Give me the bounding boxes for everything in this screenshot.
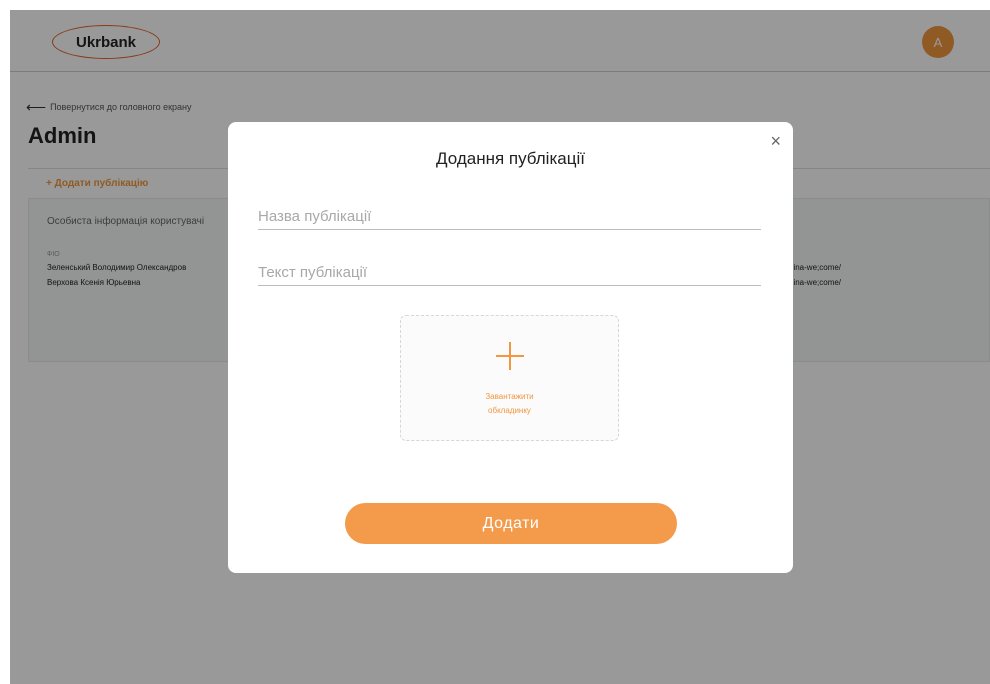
- upload-cover-dropzone[interactable]: Завантажити обкладинку: [400, 315, 619, 441]
- modal-title: Додання публікації: [436, 149, 585, 168]
- plus-icon: [496, 342, 524, 370]
- app-window: Ukrbank A ⟵ Повернутися до головного екр…: [10, 10, 990, 684]
- publication-title-input[interactable]: [258, 204, 761, 230]
- upload-label-line: обкладинку: [488, 406, 531, 415]
- submit-button[interactable]: Додати: [345, 503, 677, 544]
- add-publication-modal: × Додання публікації Завантажити обклади…: [228, 122, 793, 573]
- close-icon[interactable]: ×: [770, 132, 781, 150]
- upload-cover-label: Завантажити обкладинку: [401, 390, 618, 418]
- upload-label-line: Завантажити: [485, 392, 534, 401]
- publication-text-input[interactable]: [258, 260, 761, 286]
